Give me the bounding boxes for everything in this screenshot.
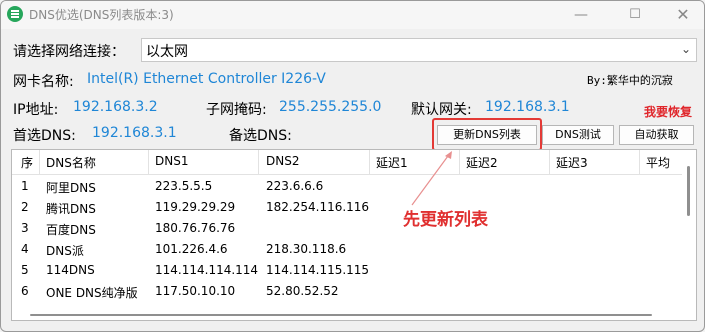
app-window: DNS优选(DNS列表版本:3) — ☐ ✕ 请选择网络连接： 以太网 ⌄ 网卡… bbox=[0, 0, 705, 332]
adapter-value: Intel(R) Ethernet Controller I226-V bbox=[87, 71, 326, 87]
table-row[interactable]: 4 DNS派 101.226.4.6 218.30.118.6 bbox=[12, 239, 682, 260]
minimize-icon[interactable]: — bbox=[566, 4, 596, 26]
dns1-label: 首选DNS: bbox=[13, 128, 76, 144]
row-dns2: 182.254.116.116 bbox=[266, 200, 370, 214]
chevron-down-icon: ⌄ bbox=[680, 42, 691, 56]
row-dns2: 114.114.115.115 bbox=[266, 263, 370, 277]
row-dns2: 223.6.6.6 bbox=[266, 179, 324, 193]
dns-test-button[interactable]: DNS测试 bbox=[542, 125, 614, 145]
row-index: 4 bbox=[21, 242, 29, 256]
header-index[interactable]: 序 bbox=[21, 154, 33, 171]
app-icon bbox=[7, 6, 23, 22]
header-delay1[interactable]: 延迟1 bbox=[376, 154, 408, 171]
gateway-value: 192.168.3.1 bbox=[485, 99, 570, 115]
auto-obtain-button[interactable]: 自动获取 bbox=[619, 125, 694, 145]
row-index: 1 bbox=[21, 179, 29, 193]
row-index: 3 bbox=[21, 221, 29, 235]
row-name: ONE DNS纯净版 bbox=[46, 286, 138, 300]
table-row[interactable]: 6 ONE DNS纯净版 117.50.10.10 52.80.52.52 bbox=[12, 281, 682, 302]
row-dns1: 117.50.10.10 bbox=[155, 284, 236, 298]
header-delay3[interactable]: 延迟3 bbox=[556, 154, 588, 171]
network-dropdown[interactable]: 以太网 ⌄ bbox=[141, 38, 697, 62]
network-select-label: 请选择网络连接： bbox=[13, 44, 125, 60]
row-dns1: 114.114.114.114 bbox=[155, 263, 259, 277]
ip-value: 192.168.3.2 bbox=[73, 99, 158, 115]
row-name: DNS派 bbox=[46, 244, 84, 258]
mask-label: 子网掩码: bbox=[206, 102, 267, 118]
header-delay2[interactable]: 延迟2 bbox=[466, 154, 498, 171]
column-divider bbox=[148, 150, 149, 174]
network-dropdown-value: 以太网 bbox=[146, 44, 188, 60]
annotation-highlight-box bbox=[432, 118, 542, 151]
row-name: 百度DNS bbox=[46, 223, 96, 237]
header-average[interactable]: 平均 bbox=[646, 154, 670, 171]
author-credit: By:繁华中的沉寂 bbox=[587, 74, 673, 87]
column-divider bbox=[258, 150, 259, 174]
row-index: 5 bbox=[21, 263, 29, 277]
column-divider bbox=[369, 150, 370, 174]
table-row[interactable]: 5 114DNS 114.114.114.114 114.114.115.115 bbox=[12, 260, 682, 281]
table-header: 序 DNS名称 DNS1 DNS2 延迟1 延迟2 延迟3 平均 bbox=[12, 150, 682, 175]
horizontal-scrollbar[interactable] bbox=[30, 314, 652, 316]
dns-table[interactable]: 序 DNS名称 DNS1 DNS2 延迟1 延迟2 延迟3 平均 1 阿里DNS… bbox=[11, 149, 697, 321]
dns2-label: 备选DNS: bbox=[229, 128, 292, 144]
table-row[interactable]: 1 阿里DNS 223.5.5.5 223.6.6.6 bbox=[12, 176, 682, 197]
row-dns1: 223.5.5.5 bbox=[155, 179, 213, 193]
row-dns1: 101.226.4.6 bbox=[155, 242, 228, 256]
table-row[interactable]: 2 腾讯DNS 119.29.29.29 182.254.116.116 bbox=[12, 197, 682, 218]
column-divider bbox=[549, 150, 550, 174]
column-divider bbox=[639, 150, 640, 174]
table-row[interactable]: 3 百度DNS 180.76.76.76 bbox=[12, 218, 682, 239]
row-name: 腾讯DNS bbox=[46, 202, 96, 216]
maximize-icon[interactable]: ☐ bbox=[620, 4, 650, 26]
restore-link[interactable]: 我要恢复 bbox=[644, 103, 692, 120]
row-dns1: 119.29.29.29 bbox=[155, 200, 236, 214]
row-name: 阿里DNS bbox=[46, 181, 96, 195]
annotation-text: 先更新列表 bbox=[403, 210, 488, 230]
close-icon[interactable]: ✕ bbox=[668, 4, 698, 26]
header-name[interactable]: DNS名称 bbox=[46, 154, 96, 171]
column-divider bbox=[39, 150, 40, 174]
dns1-value: 192.168.3.1 bbox=[92, 125, 177, 141]
header-dns2[interactable]: DNS2 bbox=[266, 154, 299, 168]
window-title: DNS优选(DNS列表版本:3) bbox=[29, 8, 174, 22]
row-index: 6 bbox=[21, 284, 29, 298]
mask-value: 255.255.255.0 bbox=[279, 99, 382, 115]
row-dns2: 52.80.52.52 bbox=[266, 284, 339, 298]
row-index: 2 bbox=[21, 200, 29, 214]
gateway-label: 默认网关: bbox=[411, 102, 472, 118]
row-name: 114DNS bbox=[46, 263, 95, 277]
adapter-label: 网卡名称: bbox=[13, 74, 74, 90]
title-bar: DNS优选(DNS列表版本:3) — ☐ ✕ bbox=[1, 1, 704, 29]
vertical-scrollbar[interactable] bbox=[687, 166, 690, 216]
header-dns1[interactable]: DNS1 bbox=[155, 154, 188, 168]
ip-label: IP地址: bbox=[13, 102, 59, 118]
row-dns2: 218.30.118.6 bbox=[266, 242, 347, 256]
row-dns1: 180.76.76.76 bbox=[155, 221, 236, 235]
column-divider bbox=[459, 150, 460, 174]
